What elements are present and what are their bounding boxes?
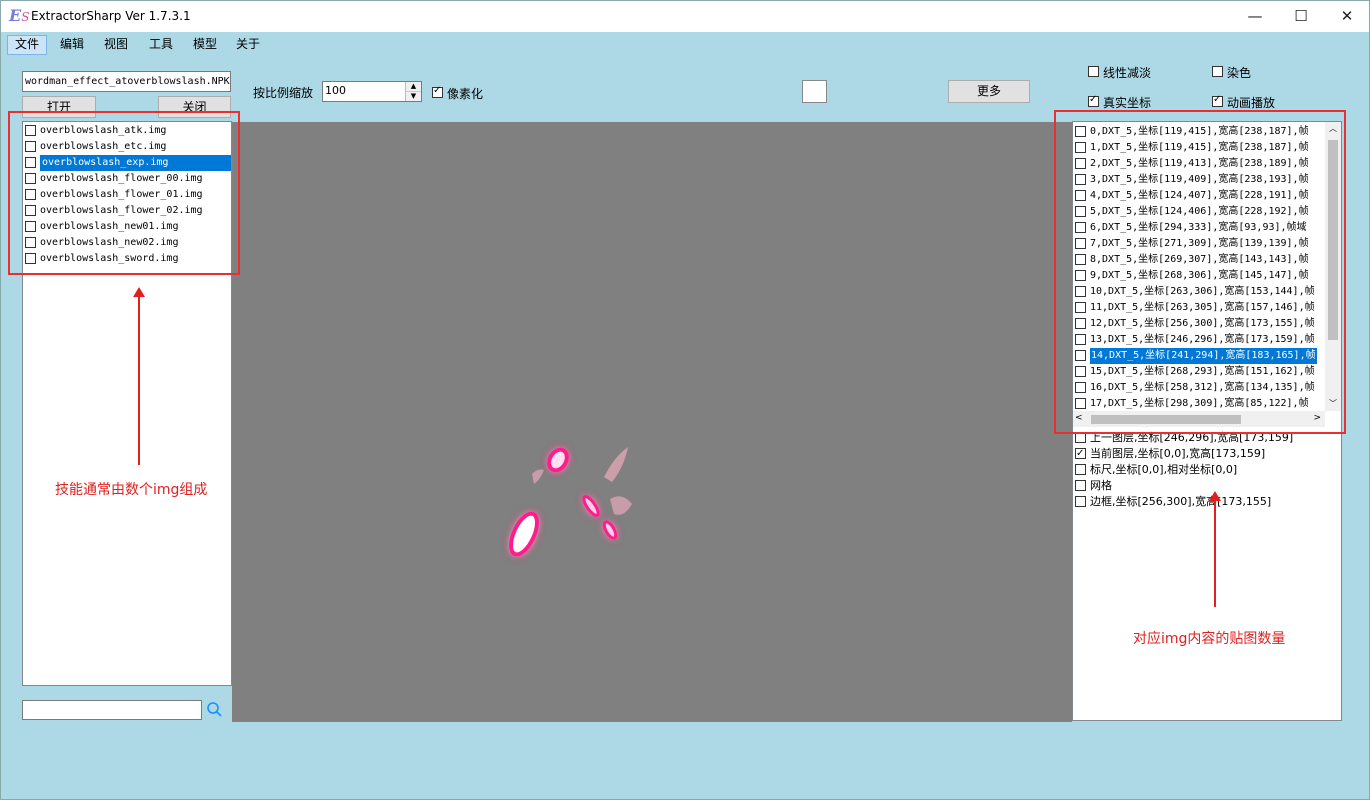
stepper-up-icon[interactable]: ▲ (406, 82, 421, 92)
pixelate-toggle[interactable]: 像素化 (432, 85, 483, 102)
preview-canvas[interactable] (232, 122, 1072, 722)
layer-checkbox[interactable] (1075, 479, 1086, 491)
menu-bar: 文件 编辑 视图 工具 模型 关于 (1, 32, 1369, 56)
dye-toggle[interactable]: 染色 (1212, 64, 1251, 81)
linear-fade-checkbox[interactable] (1088, 66, 1099, 77)
annotation-text-left: 技能通常由数个img组成 (55, 482, 208, 498)
effect-preview (509, 447, 632, 557)
petal-shape (547, 447, 569, 473)
annotation-line-right (1214, 499, 1216, 607)
color-swatch[interactable] (802, 80, 827, 103)
title-bar: ES ExtractorSharp Ver 1.7.3.1 — ☐ ✕ (1, 1, 1369, 32)
layer-checkbox[interactable] (1075, 495, 1086, 507)
npk-path-field[interactable]: wordman_effect_atoverblowslash.NPK (22, 71, 231, 92)
menu-view[interactable]: 视图 (97, 35, 135, 53)
scale-value[interactable]: 100 (325, 84, 346, 97)
search-icon[interactable] (205, 701, 223, 719)
layer-item-grid[interactable]: 网格 (1075, 478, 1112, 494)
annotation-line-left (138, 295, 140, 465)
layer-item-ruler[interactable]: 标尺,坐标[0,0],相对坐标[0,0] (1075, 462, 1237, 478)
search-input[interactable] (22, 700, 202, 720)
linear-fade-toggle[interactable]: 线性减淡 (1088, 64, 1151, 81)
window-title: ExtractorSharp Ver 1.7.3.1 (31, 9, 191, 23)
animate-toggle[interactable]: 动画播放 (1212, 94, 1275, 111)
scale-stepper[interactable]: 100 ▲ ▼ (322, 81, 422, 102)
minimize-button[interactable]: — (1232, 1, 1278, 32)
app-logo-icon: ES (9, 6, 30, 25)
close-window-button[interactable]: ✕ (1324, 1, 1369, 32)
menu-model[interactable]: 模型 (186, 35, 224, 53)
stepper-down-icon[interactable]: ▼ (406, 92, 421, 101)
annotation-box-left (8, 111, 240, 275)
petal-shape (610, 496, 632, 515)
layer-checkbox[interactable] (1075, 446, 1086, 462)
menu-about[interactable]: 关于 (229, 35, 267, 53)
layer-item-current[interactable]: 当前图层,坐标[0,0],宽高[173,159] (1075, 446, 1265, 462)
more-button[interactable]: 更多 (948, 80, 1030, 103)
layer-item-border[interactable]: 边框,坐标[256,300],宽高[173,155] (1075, 494, 1271, 510)
petal-shape (582, 495, 600, 517)
petal-shape (602, 520, 618, 540)
menu-edit[interactable]: 编辑 (53, 35, 91, 53)
annotation-text-right: 对应img内容的贴图数量 (1133, 631, 1286, 647)
dye-checkbox[interactable] (1212, 66, 1223, 77)
real-coords-checkbox[interactable] (1088, 94, 1099, 107)
petal-shape (532, 469, 544, 484)
petal-shape (509, 511, 539, 557)
app-window: ES ExtractorSharp Ver 1.7.3.1 — ☐ ✕ 文件 编… (0, 0, 1370, 800)
petal-shape (604, 447, 628, 482)
real-coords-toggle[interactable]: 真实坐标 (1088, 94, 1151, 111)
stepper-buttons[interactable]: ▲ ▼ (405, 82, 421, 101)
layer-checkbox[interactable] (1075, 463, 1086, 475)
maximize-button[interactable]: ☐ (1278, 1, 1324, 32)
animate-checkbox[interactable] (1212, 94, 1223, 107)
pixelate-checkbox[interactable] (432, 85, 443, 98)
menu-tools[interactable]: 工具 (142, 35, 180, 53)
annotation-box-right (1054, 110, 1346, 434)
scale-label: 按比例缩放 (253, 86, 314, 100)
menu-file[interactable]: 文件 (7, 35, 48, 55)
